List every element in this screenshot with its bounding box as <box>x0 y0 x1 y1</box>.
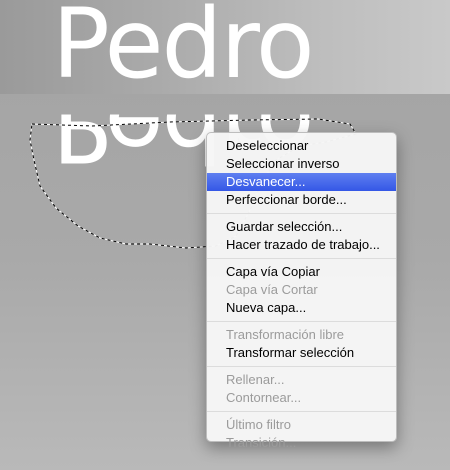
menu-item-deseleccionar[interactable]: Deseleccionar <box>207 137 396 155</box>
menu-item-capa-via-copiar[interactable]: Capa vía Copiar <box>207 263 396 281</box>
menu-item-seleccionar-inverso[interactable]: Seleccionar inverso <box>207 155 396 173</box>
menu-item-hacer-trazado-de-trabajo[interactable]: Hacer trazado de trabajo... <box>207 236 396 254</box>
menu-item-transicion: Transición... <box>226 435 297 450</box>
menu-item-guardar-seleccion[interactable]: Guardar selección... <box>207 218 396 236</box>
menu-item-rellenar: Rellenar... <box>226 372 285 387</box>
menu-separator <box>207 258 396 259</box>
menu-separator <box>207 366 396 367</box>
context-menu: Deseleccionar Seleccionar inverso Desvanec… <box>206 132 397 450</box>
menu-item-perfeccionar-borde[interactable]: Perfeccionar borde... <box>207 191 396 209</box>
menu-separator <box>207 321 396 322</box>
menu-separator <box>207 411 396 412</box>
menu-item-capa-via-cortar: Capa vía Cortar <box>226 282 318 297</box>
menu-item-nueva-capa[interactable]: Nueva capa... <box>207 299 396 317</box>
menu-separator <box>207 213 396 214</box>
menu-item-transformar-seleccion[interactable]: Transformar selección <box>207 344 396 362</box>
menu-item-contornear: Contornear... <box>226 390 302 405</box>
menu-item-transformacion-libre: Transformación libre <box>226 327 345 342</box>
menu-item-ultimo-filtro: Último filtro <box>226 417 292 432</box>
menu-item-desvanecer[interactable]: Desvanecer... <box>207 173 396 191</box>
